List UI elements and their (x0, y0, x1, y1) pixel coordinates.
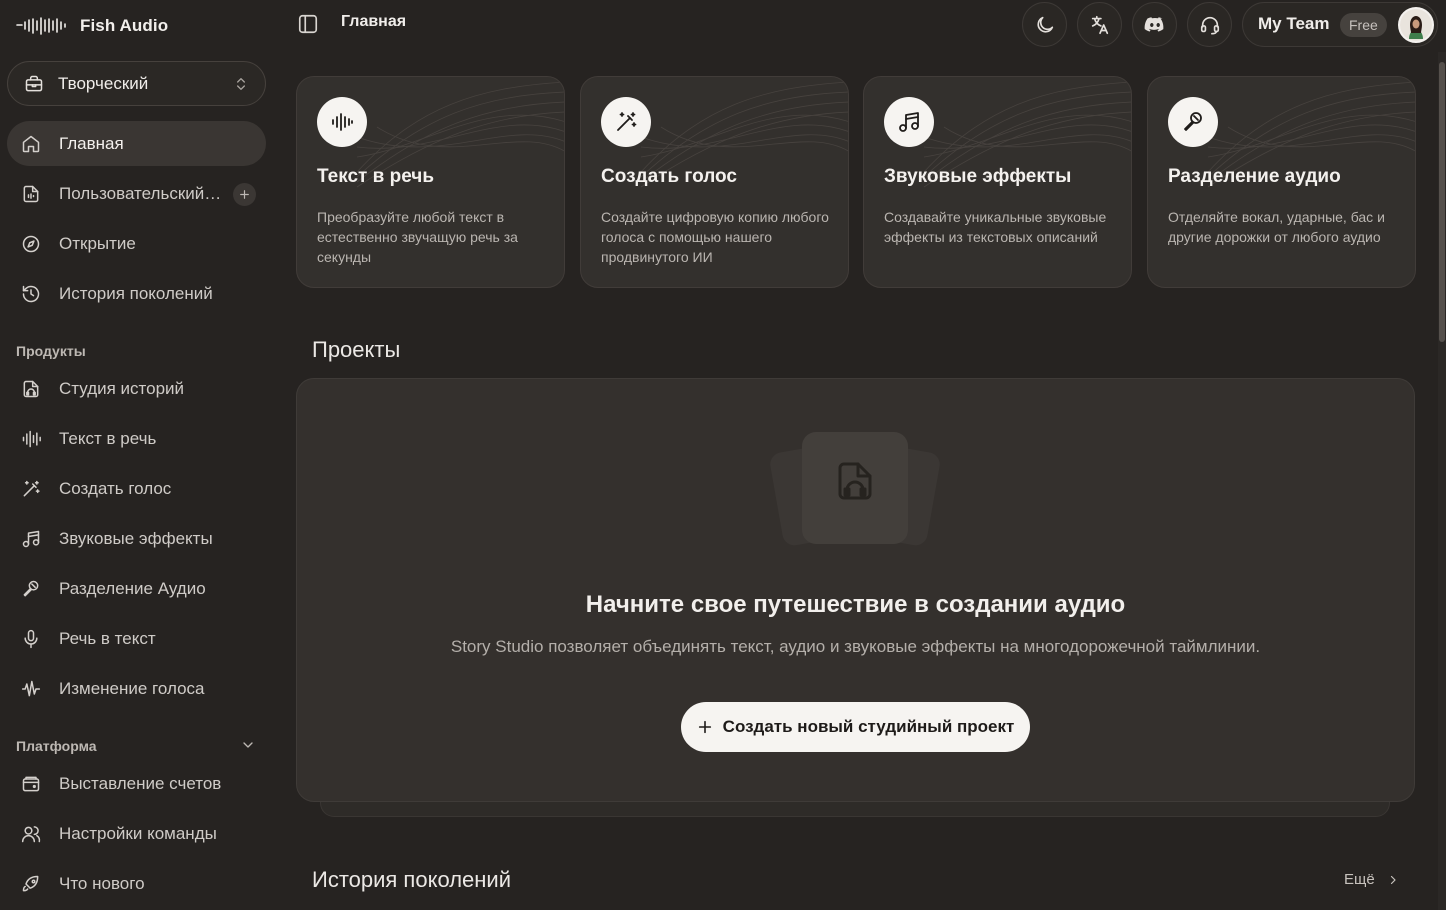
story-studio-icon (21, 379, 41, 399)
music-note-icon (884, 97, 934, 147)
microphone-icon (21, 579, 41, 599)
sidebar-item-label: Пользовательский голос (59, 183, 223, 203)
avatar[interactable] (1398, 7, 1434, 43)
magic-wand-icon (21, 479, 41, 499)
users-icon (21, 824, 41, 844)
card-title: Создать голос (601, 166, 737, 187)
more-link-label: Ещё (1344, 871, 1375, 888)
theme-toggle-button[interactable] (1022, 2, 1067, 47)
feature-card-audio-separation[interactable]: Разделение аудио Отделяйте вокал, ударны… (1147, 76, 1416, 288)
wallet-icon (21, 774, 41, 794)
empty-projects-illustration (770, 428, 940, 550)
sidebar-item-label: Звуковые эффекты (59, 528, 213, 548)
custom-voice-icon (21, 184, 41, 204)
audio-lines-icon (317, 97, 367, 147)
language-button[interactable] (1077, 2, 1122, 47)
compass-icon (21, 234, 41, 254)
create-studio-project-label: Создать новый студийный проект (722, 717, 1015, 736)
card-title: Звуковые эффекты (884, 166, 1072, 187)
card-description: Создайте цифровую копию любого голоса с … (601, 209, 829, 265)
history-icon (21, 284, 41, 304)
add-custom-voice-button[interactable] (233, 183, 256, 206)
feature-card-text-to-speech[interactable]: Текст в речь Преобразуйте любой текст в … (296, 76, 565, 288)
card-description: Отделяйте вокал, ударные, бас и другие д… (1168, 209, 1385, 245)
scrollbar-thumb[interactable] (1439, 62, 1445, 342)
headset-icon (1199, 14, 1221, 36)
sidebar-item-custom-voice[interactable]: Пользовательский голос (7, 171, 266, 216)
moon-icon (1034, 14, 1056, 36)
voice-wave-icon (21, 679, 41, 699)
workspace-selector[interactable]: Творческий (7, 61, 266, 106)
more-link[interactable]: Ещё (1344, 871, 1399, 888)
card-description: Преобразуйте любой текст в естественно з… (317, 209, 518, 265)
support-button[interactable] (1187, 2, 1232, 47)
sidebar-item-speech-to-text[interactable]: Речь в текст (7, 616, 266, 661)
sidebar-item-label: Разделение Аудио (59, 578, 206, 598)
sidebar-toggle-icon[interactable] (297, 13, 319, 35)
sidebar-item-whats-new[interactable]: Что нового (7, 861, 266, 906)
empty-state-description: Story Studio позволяет объединять текст,… (450, 637, 1261, 656)
sidebar-item-label: Создать голос (59, 478, 172, 498)
rocket-icon (21, 874, 41, 894)
products-section-label: Продукты (16, 343, 86, 359)
sidebar-item-billing[interactable]: Выставление счетов (7, 761, 266, 806)
music-note-icon (21, 529, 41, 549)
workspace-icon (24, 74, 44, 94)
audio-lines-icon (21, 429, 41, 449)
sidebar-item-voice-changer[interactable]: Изменение голоса (7, 666, 266, 711)
sidebar-item-team-settings[interactable]: Настройки команды (7, 811, 266, 856)
brand-logo[interactable]: Fish Audio (16, 12, 168, 40)
card-title: Текст в речь (317, 166, 435, 187)
workspace-label: Творческий (58, 73, 149, 93)
translate-icon (1089, 14, 1111, 36)
sidebar-item-label: Текст в речь (59, 428, 157, 448)
sidebar-item-text-to-speech[interactable]: Текст в речь (7, 416, 266, 461)
sidebar-item-label: Изменение голоса (59, 678, 205, 698)
sidebar-item-label: Речь в текст (59, 628, 156, 648)
sidebar-item-audio-separation[interactable]: Разделение Аудио (7, 566, 266, 611)
sidebar-item-sound-effects[interactable]: Звуковые эффекты (7, 516, 266, 561)
plus-icon (697, 719, 713, 735)
projects-heading: Проекты (312, 337, 401, 362)
sidebar: Fish Audio Творческий Главная Пользовате… (0, 0, 280, 910)
platform-section-label: Платформа (16, 738, 97, 754)
create-studio-project-button[interactable]: Создать новый студийный проект (681, 702, 1030, 752)
sidebar-item-discover[interactable]: Открытие (7, 221, 266, 266)
brand-name: Fish Audio (80, 16, 169, 35)
card-description: Создавайте уникальные звуковые эффекты и… (884, 209, 1107, 245)
feature-card-create-voice[interactable]: Создать голос Создайте цифровую копию лю… (580, 76, 849, 288)
sidebar-item-label: История поколений (59, 283, 213, 303)
sidebar-item-label: Что нового (59, 873, 145, 893)
empty-state-title: Начните свое путешествие в создании ауди… (585, 591, 1126, 618)
magic-wand-icon (601, 97, 651, 147)
page-title: Главная (341, 13, 407, 30)
team-name: My Team (1258, 14, 1330, 33)
fish-audio-logo-icon (16, 16, 68, 36)
sidebar-item-story-studio[interactable]: Студия историй (7, 366, 266, 411)
sidebar-item-label: Открытие (59, 233, 136, 253)
sidebar-item-home[interactable]: Главная (7, 121, 266, 166)
microphone-icon (1168, 97, 1218, 147)
sidebar-item-label: Настройки команды (59, 823, 217, 843)
chevron-right-icon (1387, 874, 1399, 886)
sidebar-item-label: Выставление счетов (59, 773, 222, 793)
home-icon (21, 134, 41, 154)
discord-icon (1143, 13, 1167, 37)
card-title: Разделение аудио (1168, 166, 1341, 187)
sidebar-item-history[interactable]: История поколений (7, 271, 266, 316)
plan-badge: Free (1340, 13, 1387, 37)
sidebar-item-label: Главная (59, 133, 124, 153)
chevron-down-icon[interactable] (240, 737, 256, 753)
feature-card-sound-effects[interactable]: Звуковые эффекты Создавайте уникальные з… (863, 76, 1132, 288)
chevron-up-down-icon (233, 76, 249, 92)
team-switcher[interactable]: My Team Free (1242, 2, 1438, 47)
generation-history-heading: История поколений (312, 867, 511, 892)
sidebar-item-create-voice[interactable]: Создать голос (7, 466, 266, 511)
sidebar-item-label: Студия историй (59, 378, 185, 398)
discord-button[interactable] (1132, 2, 1177, 47)
mic-icon (21, 629, 41, 649)
